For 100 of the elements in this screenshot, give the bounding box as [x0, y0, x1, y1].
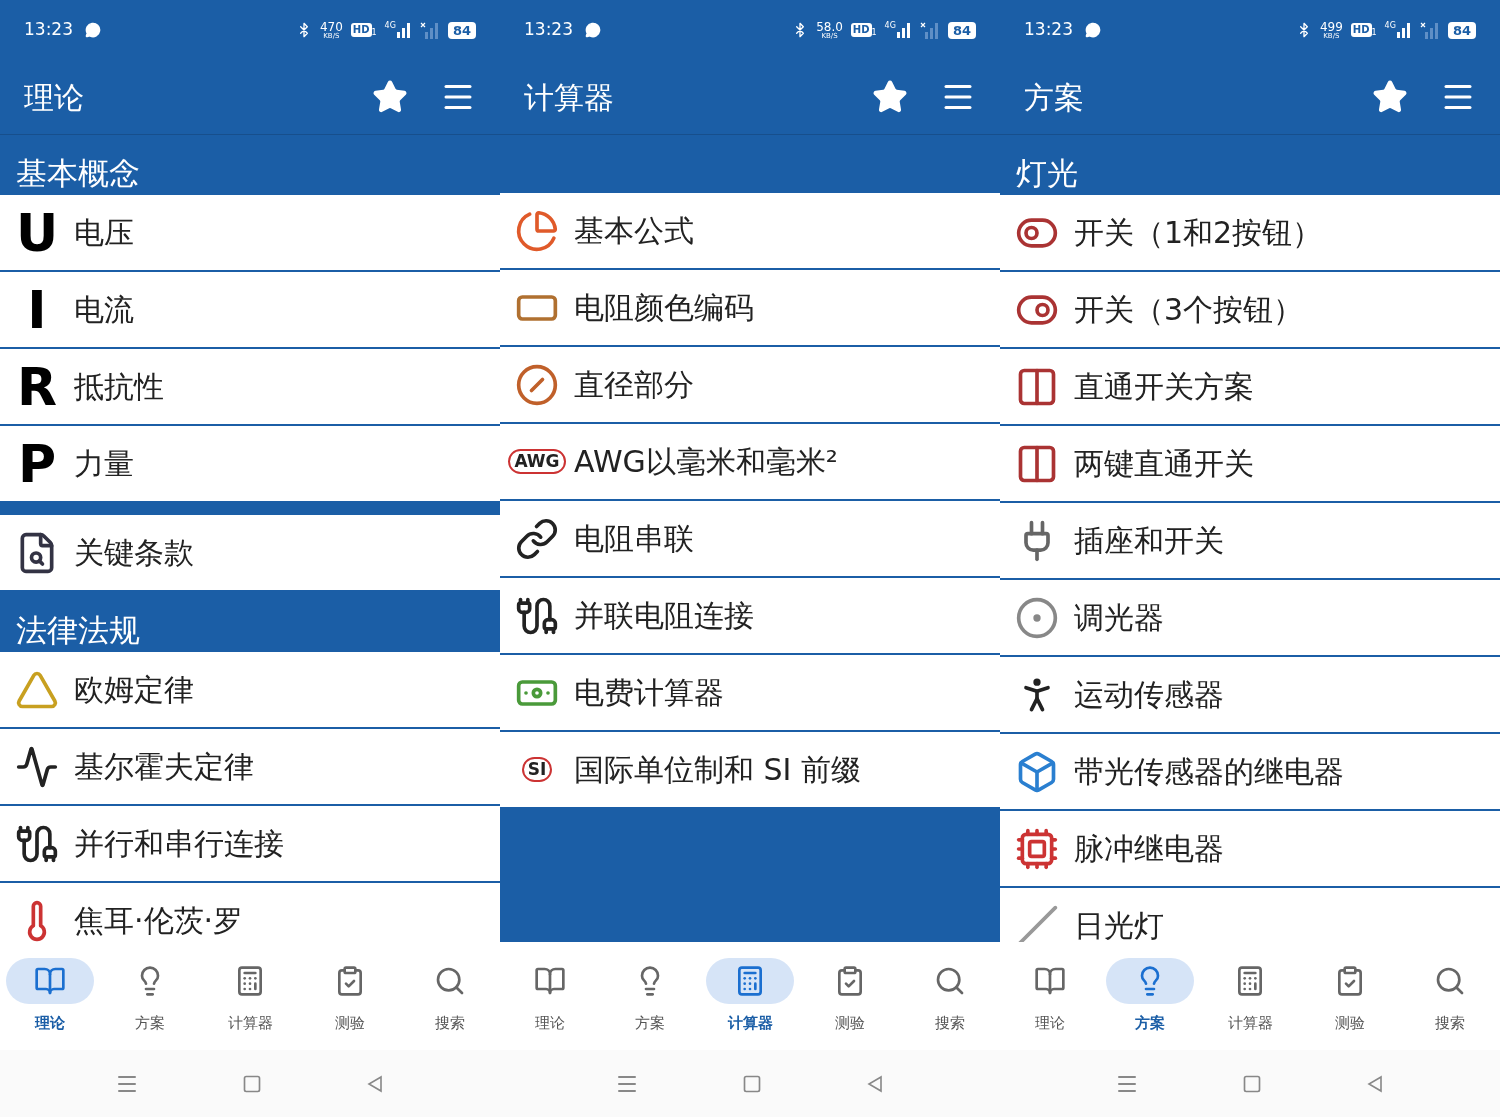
zigzag-icon: [15, 744, 59, 789]
item-label: 基本公式: [574, 212, 694, 250]
signal-icon: [1395, 22, 1412, 38]
nav-tab[interactable]: 计算器: [1200, 958, 1300, 1035]
item-label: 电压: [74, 214, 134, 252]
list-item[interactable]: 并行和串行连接: [0, 806, 500, 883]
item-label: 电流: [74, 291, 134, 329]
weak-signal-icon: [1419, 21, 1440, 39]
list-item[interactable]: 并联电阻连接: [500, 578, 1000, 655]
chat-icon: [585, 22, 601, 38]
hd-badge: HD: [350, 23, 372, 37]
network-type: 4G: [884, 22, 896, 30]
hd-badge: HD: [850, 23, 872, 37]
section-header: 基本概念: [16, 158, 140, 189]
clock-time: 13:23: [24, 18, 73, 42]
item-label: 脉冲继电器: [1074, 830, 1224, 868]
star-icon[interactable]: [1372, 79, 1408, 115]
battery-level: 84: [1447, 21, 1476, 39]
list-item[interactable]: 焦耳·伦茨·罗: [0, 883, 500, 942]
list-item[interactable]: 电费计算器: [500, 655, 1000, 732]
item-label: 运动传感器: [1074, 676, 1224, 714]
item-label: 欧姆定律: [74, 671, 194, 709]
item-label: 关键条款: [74, 534, 194, 572]
list-item[interactable]: SI 国际单位制和 SI 前缀: [500, 732, 1000, 809]
nav-tab[interactable]: 理论: [500, 958, 600, 1035]
circle-diameter-icon: [515, 362, 559, 407]
home-square-icon[interactable]: [1242, 1073, 1262, 1094]
list-item[interactable]: 基尔霍夫定律: [0, 729, 500, 806]
icon-badge: SI: [521, 756, 553, 783]
list-item[interactable]: 开关（1和2按钮）: [1000, 195, 1500, 272]
home-square-icon[interactable]: [742, 1073, 762, 1094]
battery-level: 84: [947, 21, 976, 39]
list-item[interactable]: U 电压: [0, 195, 500, 272]
item-label: 插座和开关: [1074, 522, 1224, 560]
list-item[interactable]: 插座和开关: [1000, 503, 1500, 580]
item-label: 电阻串联: [574, 520, 694, 558]
item-label: 力量: [74, 445, 134, 483]
network-speed: 58.0: [816, 20, 843, 33]
nav-tab[interactable]: 方案: [600, 958, 700, 1035]
list-item[interactable]: 电阻串联: [500, 501, 1000, 578]
list-item[interactable]: R 抵抗性: [0, 349, 500, 426]
item-label: 直径部分: [574, 366, 694, 404]
list-item[interactable]: 关键条款: [0, 515, 500, 592]
item-label: 抵抗性: [74, 368, 164, 406]
hd-badge: HD: [1350, 23, 1372, 37]
book-icon: [1034, 965, 1066, 997]
nav-tab[interactable]: 计算器: [200, 958, 300, 1035]
search-icon: [434, 965, 466, 997]
item-label: 并联电阻连接: [574, 597, 754, 635]
clock-time: 13:23: [524, 18, 573, 42]
list-item[interactable]: 日光灯: [1000, 888, 1500, 942]
list-item[interactable]: 脉冲继电器: [1000, 811, 1500, 888]
list-item[interactable]: 运动传感器: [1000, 657, 1500, 734]
dimmer-icon: [1015, 595, 1059, 640]
nav-tab[interactable]: 测验: [300, 958, 400, 1035]
item-label: 电阻颜色编码: [574, 289, 754, 327]
star-icon[interactable]: [872, 79, 908, 115]
network-type: 4G: [384, 22, 396, 30]
clock-time: 13:23: [1024, 18, 1073, 42]
section-header: 灯光: [1016, 158, 1078, 189]
icon-badge: AWG: [508, 448, 566, 475]
list-item[interactable]: 基本公式: [500, 193, 1000, 270]
list-item[interactable]: 开关（3个按钮）: [1000, 272, 1500, 349]
letter-icon: I: [27, 283, 47, 336]
item-label: 基尔霍夫定律: [74, 748, 254, 786]
nav-tab[interactable]: 理论: [1000, 958, 1100, 1035]
list-item[interactable]: 两键直通开关: [1000, 426, 1500, 503]
letter-icon: P: [17, 437, 57, 490]
nav-tab[interactable]: 测验: [1300, 958, 1400, 1035]
item-label: 调光器: [1074, 599, 1164, 637]
network-speed: 470: [319, 20, 343, 33]
nav-tab[interactable]: 测验: [800, 958, 900, 1035]
list-item[interactable]: P 力量: [0, 426, 500, 503]
book-icon: [34, 965, 66, 997]
item-label: 并行和串行连接: [74, 825, 284, 863]
nav-tab[interactable]: 方案: [100, 958, 200, 1035]
list-item[interactable]: AWG AWG以毫米和毫米²: [500, 424, 1000, 501]
star-icon[interactable]: [372, 79, 408, 115]
item-label: 开关（1和2按钮）: [1074, 214, 1323, 252]
item-label: 开关（3个按钮）: [1074, 291, 1304, 329]
list-item[interactable]: 带光传感器的继电器: [1000, 734, 1500, 811]
network-speed: 499: [1319, 20, 1343, 33]
book-icon: [534, 965, 566, 997]
nav-tab[interactable]: 搜索: [900, 958, 1000, 1035]
nav-tab[interactable]: 搜索: [1400, 958, 1500, 1035]
chat-icon: [85, 22, 101, 38]
home-square-icon[interactable]: [242, 1073, 262, 1094]
list-item[interactable]: 直通开关方案: [1000, 349, 1500, 426]
list-item[interactable]: I 电流: [0, 272, 500, 349]
list-item[interactable]: 电阻颜色编码: [500, 270, 1000, 347]
list-item[interactable]: 欧姆定律: [0, 652, 500, 729]
color-wheel-icon: [515, 208, 559, 253]
signal-icon: [895, 22, 912, 38]
battery-level: 84: [447, 21, 476, 39]
nav-tab[interactable]: 搜索: [400, 958, 500, 1035]
sim-number: 1: [1371, 29, 1377, 37]
item-label: 焦耳·伦茨·罗: [74, 902, 244, 940]
list-item[interactable]: 调光器: [1000, 580, 1500, 657]
list-item[interactable]: 直径部分: [500, 347, 1000, 424]
sim-number: 1: [371, 29, 377, 37]
